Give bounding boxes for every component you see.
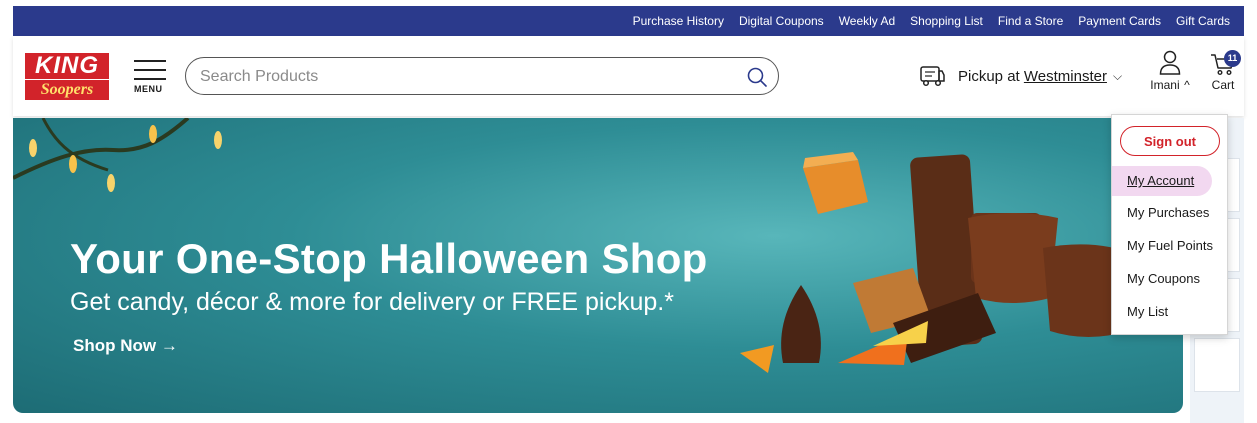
hamburger-icon — [134, 60, 166, 62]
nav-purchase-history[interactable]: Purchase History — [633, 14, 724, 28]
product-tile[interactable] — [1194, 338, 1240, 392]
search-input[interactable] — [200, 66, 740, 88]
cart-count-badge: 11 — [1224, 50, 1241, 67]
shop-now-link[interactable]: Shop Now → — [73, 336, 178, 356]
account-button[interactable]: Imani ^ — [1147, 50, 1193, 100]
hero-subline: Get candy, décor & more for delivery or … — [70, 288, 674, 316]
pickup-truck-icon — [920, 66, 945, 87]
caramel-candy — [803, 160, 868, 214]
king-soopers-logo[interactable]: KING Soopers — [25, 53, 109, 101]
cart-label: Cart — [1211, 78, 1235, 92]
nav-weekly-ad[interactable]: Weekly Ad — [839, 14, 895, 28]
account-name: Imani — [1150, 78, 1180, 92]
menu-item-my-fuel-points[interactable]: My Fuel Points — [1112, 231, 1229, 261]
light-bulb — [107, 174, 115, 192]
nav-gift-cards[interactable]: Gift Cards — [1176, 14, 1230, 28]
logo-soopers-text: Soopers — [25, 80, 109, 100]
light-bulb — [69, 155, 77, 173]
menu-button[interactable]: MENU — [131, 56, 171, 96]
hamburger-icon-bar — [134, 78, 166, 80]
nav-payment-cards[interactable]: Payment Cards — [1078, 14, 1161, 28]
chevron-up-icon: ^ — [1184, 78, 1190, 92]
halloween-hero-banner[interactable]: Your One-Stop Halloween Shop Get candy, … — [13, 118, 1183, 413]
nav-digital-coupons[interactable]: Digital Coupons — [739, 14, 824, 28]
nav-shopping-list[interactable]: Shopping List — [910, 14, 983, 28]
account-dropdown-menu: Sign out My Account My Purchases My Fuel… — [1111, 114, 1228, 335]
light-bulb — [29, 139, 37, 157]
candy-corn — [740, 345, 774, 373]
pickup-store-selector[interactable]: Pickup at Westminster ⌵ — [918, 62, 1122, 90]
person-icon — [1159, 50, 1181, 75]
menu-item-my-list[interactable]: My List — [1112, 297, 1229, 327]
menu-item-my-coupons[interactable]: My Coupons — [1112, 264, 1229, 294]
light-bulb — [214, 131, 222, 149]
logo-king-text: KING — [25, 53, 109, 79]
cart-button[interactable]: 11 Cart — [1205, 50, 1241, 100]
hamburger-icon-bar — [134, 69, 166, 71]
sign-out-button[interactable]: Sign out — [1120, 126, 1220, 156]
chocolate-kiss — [781, 285, 821, 363]
nav-find-a-store[interactable]: Find a Store — [998, 14, 1063, 28]
pickup-store-name[interactable]: Westminster — [1024, 68, 1107, 85]
pickup-prefix: Pickup at — [958, 67, 1024, 85]
menu-label: MENU — [134, 84, 163, 94]
search-icon[interactable] — [746, 66, 768, 88]
hero-headline: Your One-Stop Halloween Shop — [70, 235, 708, 282]
utility-nav-bar: Purchase History Digital Coupons Weekly … — [13, 6, 1244, 36]
pickup-label: Pickup at Westminster — [958, 68, 1107, 85]
menu-item-my-account[interactable]: My Account — [1112, 166, 1212, 196]
site-header: KING Soopers MENU Pickup at Westminster … — [13, 36, 1244, 116]
search-box — [185, 57, 779, 95]
chevron-down-icon: ⌵ — [1112, 68, 1123, 83]
menu-item-my-purchases[interactable]: My Purchases — [1112, 198, 1229, 228]
light-bulb — [149, 125, 157, 143]
